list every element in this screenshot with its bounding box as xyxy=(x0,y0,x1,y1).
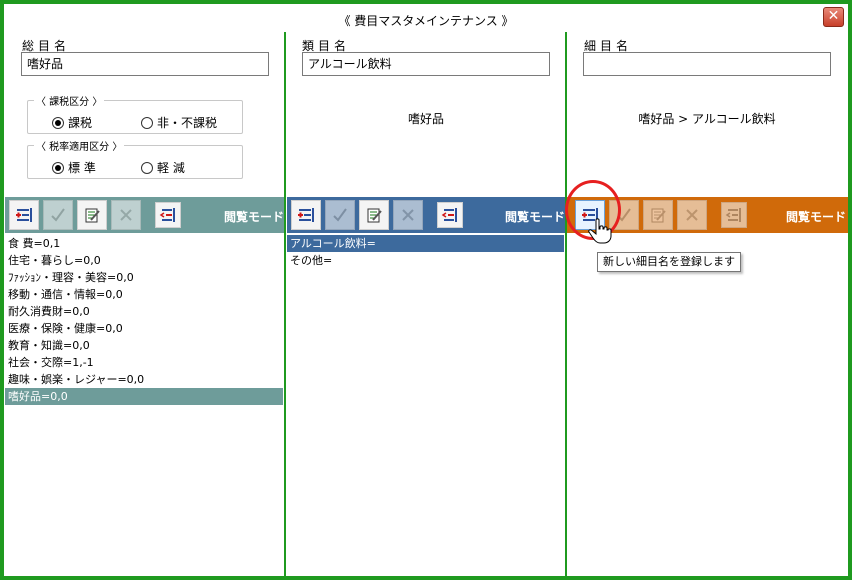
edit-icon xyxy=(85,208,100,223)
radio-checked-icon xyxy=(52,161,64,174)
col2-list[interactable]: アルコール飲料= その他= xyxy=(287,235,564,269)
list-item[interactable]: 社会・交際=1,-1 xyxy=(5,354,283,371)
col2-name-field[interactable]: アルコール飲料 xyxy=(302,52,550,76)
radio-reduced[interactable]: 軽 減 xyxy=(141,159,185,176)
check-icon xyxy=(333,208,347,222)
column-divider xyxy=(284,32,286,576)
list-item[interactable]: アルコール飲料= xyxy=(287,235,564,252)
delete-button[interactable] xyxy=(677,200,707,230)
col2-toolbar: 閲覧モード xyxy=(287,197,565,233)
edit-button[interactable] xyxy=(77,200,107,230)
edit-button[interactable] xyxy=(359,200,389,230)
tax-category-legend: 〈 課税区分 〉 xyxy=(34,93,105,108)
delete-icon xyxy=(120,209,132,221)
list-item[interactable]: 耐久消費財=0,0 xyxy=(5,303,283,320)
radio-reduced-label: 軽 減 xyxy=(157,161,185,175)
radio-taxable[interactable]: 課税 xyxy=(52,114,92,131)
list-item[interactable]: 趣味・娯楽・レジャー=0,0 xyxy=(5,371,283,388)
close-button[interactable]: ✕ xyxy=(823,7,844,27)
reorder-button[interactable] xyxy=(155,202,181,228)
radio-unchecked-icon xyxy=(141,116,153,129)
window-title: 《 費目マスタメインテナンス 》 xyxy=(338,14,514,28)
edit-icon xyxy=(367,208,382,223)
radio-non-taxable[interactable]: 非・不課税 xyxy=(141,114,217,131)
list-item[interactable]: 移動・通信・情報=0,0 xyxy=(5,286,283,303)
add-icon xyxy=(298,208,314,222)
list-item[interactable]: 教育・知識=0,0 xyxy=(5,337,283,354)
reorder-button[interactable] xyxy=(437,202,463,228)
tax-category-group: 〈 課税区分 〉 課税 非・不課税 xyxy=(27,93,243,134)
radio-unchecked-icon xyxy=(141,161,153,174)
radio-taxable-label: 課税 xyxy=(68,116,93,130)
edit-icon xyxy=(651,208,666,223)
tax-rate-legend: 〈 税率適用区分 〉 xyxy=(34,138,125,153)
col2-breadcrumb: 嗜好品 xyxy=(407,112,444,126)
list-item[interactable]: ﾌｧｯｼｮﾝ・理容・美容=0,0 xyxy=(5,269,283,286)
add-button[interactable] xyxy=(291,200,321,230)
check-icon xyxy=(51,208,65,222)
list-item[interactable]: その他= xyxy=(287,252,564,269)
reorder-button[interactable] xyxy=(721,202,747,228)
add-icon xyxy=(16,208,32,222)
add-button[interactable] xyxy=(9,200,39,230)
list-item[interactable]: 嗜好品=0,0 xyxy=(5,388,283,405)
col1-name-field[interactable]: 嗜好品 xyxy=(21,52,269,76)
col2-mode-label: 閲覧モード xyxy=(505,210,566,224)
col1-toolbar: 閲覧モード xyxy=(5,197,284,233)
col3-name-field[interactable] xyxy=(583,52,831,76)
confirm-button[interactable] xyxy=(325,200,355,230)
delete-button[interactable] xyxy=(393,200,423,230)
col1-mode-label: 閲覧モード xyxy=(224,210,285,224)
radio-standard[interactable]: 標 準 xyxy=(52,159,96,176)
reorder-icon xyxy=(441,208,457,222)
list-item[interactable]: 医療・保険・健康=0,0 xyxy=(5,320,283,337)
col3-mode-label: 閲覧モード xyxy=(786,210,847,224)
col3-breadcrumb: 嗜好品 > アルコール飲料 xyxy=(638,112,776,126)
delete-icon xyxy=(402,209,414,221)
edit-button[interactable] xyxy=(643,200,673,230)
radio-standard-label: 標 準 xyxy=(68,161,96,175)
list-item[interactable]: 住宅・暮らし=0,0 xyxy=(5,252,283,269)
reorder-icon xyxy=(725,208,741,222)
confirm-button[interactable] xyxy=(43,200,73,230)
hand-cursor-icon xyxy=(588,218,612,244)
col1-list[interactable]: 食 費=0,1 住宅・暮らし=0,0 ﾌｧｯｼｮﾝ・理容・美容=0,0 移動・通信・情… xyxy=(5,235,283,405)
delete-icon xyxy=(686,209,698,221)
tax-rate-group: 〈 税率適用区分 〉 標 準 軽 減 xyxy=(27,138,243,179)
radio-non-taxable-label: 非・不課税 xyxy=(157,116,218,130)
radio-checked-icon xyxy=(52,116,64,129)
list-item[interactable]: 食 費=0,1 xyxy=(5,235,283,252)
delete-button[interactable] xyxy=(111,200,141,230)
reorder-icon xyxy=(159,208,175,222)
tooltip: 新しい細目名を登録します xyxy=(597,252,741,272)
